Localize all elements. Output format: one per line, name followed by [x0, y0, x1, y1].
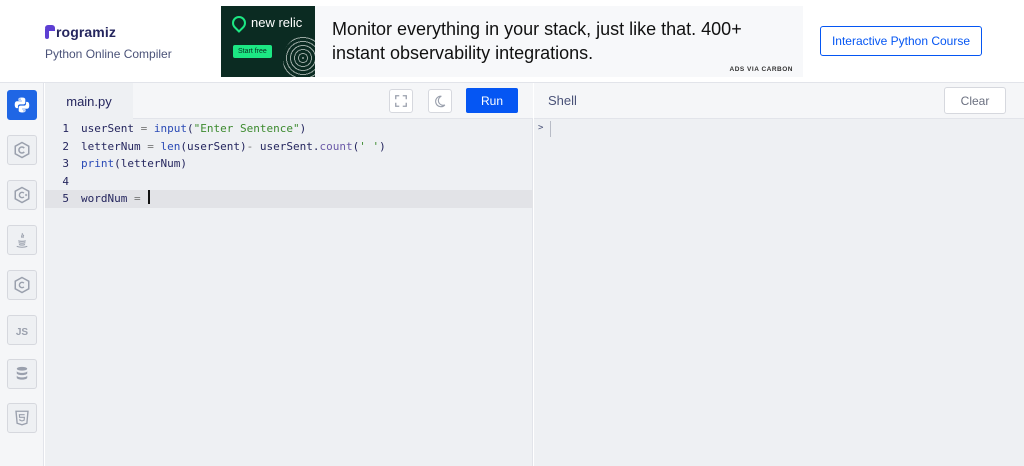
code-token: wordNum	[81, 192, 134, 205]
code-token: print	[81, 157, 115, 170]
code-token: count	[319, 139, 353, 153]
moon-icon	[435, 95, 446, 108]
fullscreen-icon	[395, 95, 407, 107]
code-text: userSent = input("Enter Sentence")	[81, 120, 306, 138]
code-token: letterNum	[81, 139, 148, 153]
theme-toggle-button[interactable]	[428, 89, 452, 113]
code-line[interactable]: 4	[45, 173, 533, 191]
ad-cta[interactable]: Start free	[233, 45, 272, 58]
language-sidebar: JS	[0, 83, 44, 466]
code-token: (	[186, 122, 194, 135]
page-subtitle: Python Online Compiler	[45, 47, 172, 61]
ad-via-link[interactable]: ADS VIA CARBON	[730, 66, 793, 73]
java-icon	[16, 232, 28, 248]
line-number: 1	[62, 122, 69, 135]
shell-toolbar: Shell Clear	[534, 83, 1024, 119]
shell-prompt: >	[538, 123, 544, 133]
ad-image[interactable]: new relic Start free	[221, 6, 315, 77]
code-editor-panel: main.py Run 1 userSent = input("Enter Sen…	[45, 83, 533, 466]
line-number: 5	[62, 192, 69, 205]
code-line[interactable]: 1 userSent = input("Enter Sentence")	[45, 120, 533, 138]
code-token: =	[133, 192, 141, 205]
interactive-course-button[interactable]: Interactive Python Course	[820, 26, 982, 56]
run-button[interactable]: Run	[466, 88, 518, 113]
code-text: wordNum =	[81, 190, 150, 208]
editor-toolbar: main.py Run	[45, 83, 533, 119]
ad-brand-text: new relic	[251, 15, 303, 30]
top-header: rogramiz Python Online Compiler new reli…	[0, 0, 1024, 83]
programiz-logo-icon	[45, 25, 55, 39]
fullscreen-button[interactable]	[389, 89, 413, 113]
code-token: (userSent)	[180, 139, 247, 153]
database-icon	[16, 366, 28, 380]
sidebar-item-cpp[interactable]	[7, 180, 37, 210]
code-line[interactable]: 3 print(letterNum)	[45, 155, 533, 173]
code-token: )	[379, 139, 386, 153]
code-token: userSent.	[253, 139, 320, 153]
sidebar-item-java[interactable]	[7, 225, 37, 255]
sidebar-item-javascript[interactable]: JS	[7, 315, 37, 345]
code-token: ' '	[359, 139, 380, 153]
code-line[interactable]: 5 wordNum =	[45, 190, 533, 208]
sidebar-item-c[interactable]	[7, 135, 37, 165]
line-number: 4	[62, 174, 69, 188]
logo-text: rogramiz	[56, 24, 116, 40]
html5-icon	[15, 410, 29, 426]
text-cursor	[148, 190, 150, 204]
sidebar-item-python[interactable]	[7, 90, 37, 120]
cpp-icon	[14, 186, 30, 204]
sidebar-item-html[interactable]	[7, 403, 37, 433]
programiz-logo[interactable]: rogramiz	[45, 24, 116, 40]
code-text: print(letterNum)	[81, 155, 187, 173]
line-number: 2	[62, 139, 69, 153]
code-token: "Enter Sentence"	[193, 122, 300, 135]
python-icon	[14, 97, 30, 113]
ad-decoration	[283, 36, 315, 77]
code-text: letterNum = len(userSent)- userSent.coun…	[81, 138, 386, 156]
c-icon	[14, 141, 30, 159]
ad-banner[interactable]: new relic Start free Monitor everything …	[221, 6, 803, 77]
ad-text[interactable]: Monitor everything in your stack, just l…	[332, 17, 772, 65]
shell-panel[interactable]: Shell Clear >	[534, 83, 1024, 466]
js-icon: JS	[15, 326, 29, 338]
code-token: len	[160, 139, 181, 153]
shell-cursor	[550, 121, 551, 137]
code-token: userSent	[81, 122, 141, 135]
sidebar-item-sql[interactable]	[7, 359, 37, 389]
sidebar-item-csharp[interactable]	[7, 270, 37, 300]
new-relic-icon	[229, 12, 249, 33]
code-token: =	[147, 139, 154, 153]
code-line[interactable]: 2 letterNum = len(userSent)- userSent.cou…	[45, 138, 533, 156]
csharp-icon	[14, 276, 30, 294]
code-token: input	[153, 122, 187, 135]
shell-title: Shell	[548, 93, 577, 108]
line-number: 3	[62, 157, 69, 170]
clear-button[interactable]: Clear	[944, 87, 1006, 114]
ad-brand: new relic	[229, 12, 303, 33]
code-token: )	[299, 122, 307, 135]
code-token: (letterNum)	[114, 157, 187, 170]
code-area[interactable]: 1 userSent = input("Enter Sentence") 2 lett…	[45, 120, 533, 208]
tab-main-py[interactable]: main.py	[45, 83, 133, 119]
